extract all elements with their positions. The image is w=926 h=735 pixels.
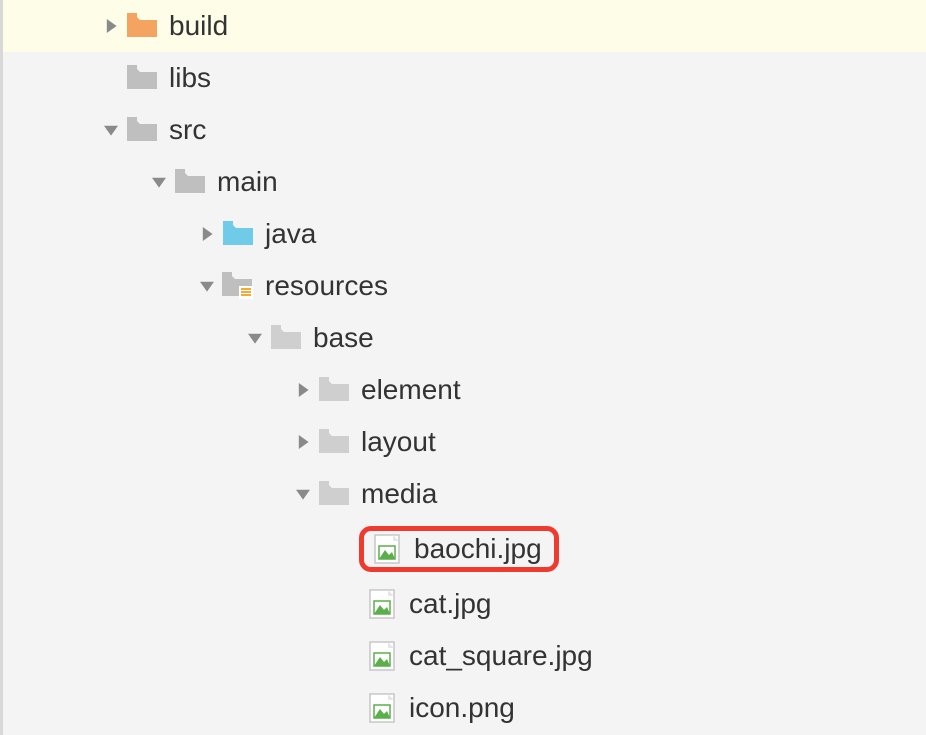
tree-item-layout[interactable]: layout: [3, 416, 926, 468]
file-tree: build ▶ libs src main: [3, 0, 926, 734]
tree-item-src[interactable]: src: [3, 104, 926, 156]
tree-item-label: main: [217, 166, 278, 198]
tree-item-label: base: [313, 322, 374, 354]
image-file-icon: [365, 589, 399, 619]
tree-item-label: icon.png: [409, 692, 515, 724]
tree-item-label: java: [265, 218, 316, 250]
chevron-down-icon[interactable]: [145, 175, 173, 189]
tree-item-label: media: [361, 478, 437, 510]
image-file-icon: [365, 641, 399, 671]
chevron-right-icon[interactable]: [289, 383, 317, 397]
folder-icon: [221, 219, 255, 249]
tree-item-label: src: [169, 114, 206, 146]
image-file-icon: [370, 534, 404, 564]
chevron-right-icon[interactable]: [289, 435, 317, 449]
tree-item-build[interactable]: build: [3, 0, 926, 52]
tree-item-base[interactable]: base: [3, 312, 926, 364]
chevron-right-icon[interactable]: [97, 19, 125, 33]
tree-item-label: cat.jpg: [409, 588, 492, 620]
chevron-down-icon[interactable]: [97, 123, 125, 137]
folder-icon: [173, 167, 207, 197]
tree-item-label: layout: [361, 426, 436, 458]
chevron-right-icon[interactable]: [193, 227, 221, 241]
chevron-down-icon[interactable]: [289, 487, 317, 501]
tree-item-java[interactable]: java: [3, 208, 926, 260]
tree-item-label: libs: [169, 62, 211, 94]
folder-icon: [317, 479, 351, 509]
tree-item-media[interactable]: media: [3, 468, 926, 520]
tree-item-cat-square[interactable]: cat_square.jpg: [3, 630, 926, 682]
tree-item-label: resources: [265, 270, 388, 302]
tree-item-libs[interactable]: ▶ libs: [3, 52, 926, 104]
tree-item-label: build: [169, 10, 228, 42]
tree-item-label: baochi.jpg: [414, 533, 542, 565]
folder-icon: [317, 375, 351, 405]
tree-item-icon-png[interactable]: icon.png: [3, 682, 926, 734]
tree-item-cat[interactable]: cat.jpg: [3, 578, 926, 630]
tree-item-resources[interactable]: resources: [3, 260, 926, 312]
folder-icon: [269, 323, 303, 353]
resources-folder-icon: [221, 271, 255, 301]
chevron-down-icon[interactable]: [241, 331, 269, 345]
highlight-annotation: baochi.jpg: [359, 526, 559, 572]
folder-icon: [125, 115, 159, 145]
tree-item-main[interactable]: main: [3, 156, 926, 208]
folder-icon: [125, 63, 159, 93]
folder-icon: [125, 11, 159, 41]
chevron-down-icon[interactable]: [193, 279, 221, 293]
image-file-icon: [365, 693, 399, 723]
tree-item-label: element: [361, 374, 461, 406]
tree-item-baochi[interactable]: baochi.jpg: [3, 520, 926, 578]
tree-item-element[interactable]: element: [3, 364, 926, 416]
tree-item-label: cat_square.jpg: [409, 640, 593, 672]
folder-icon: [317, 427, 351, 457]
